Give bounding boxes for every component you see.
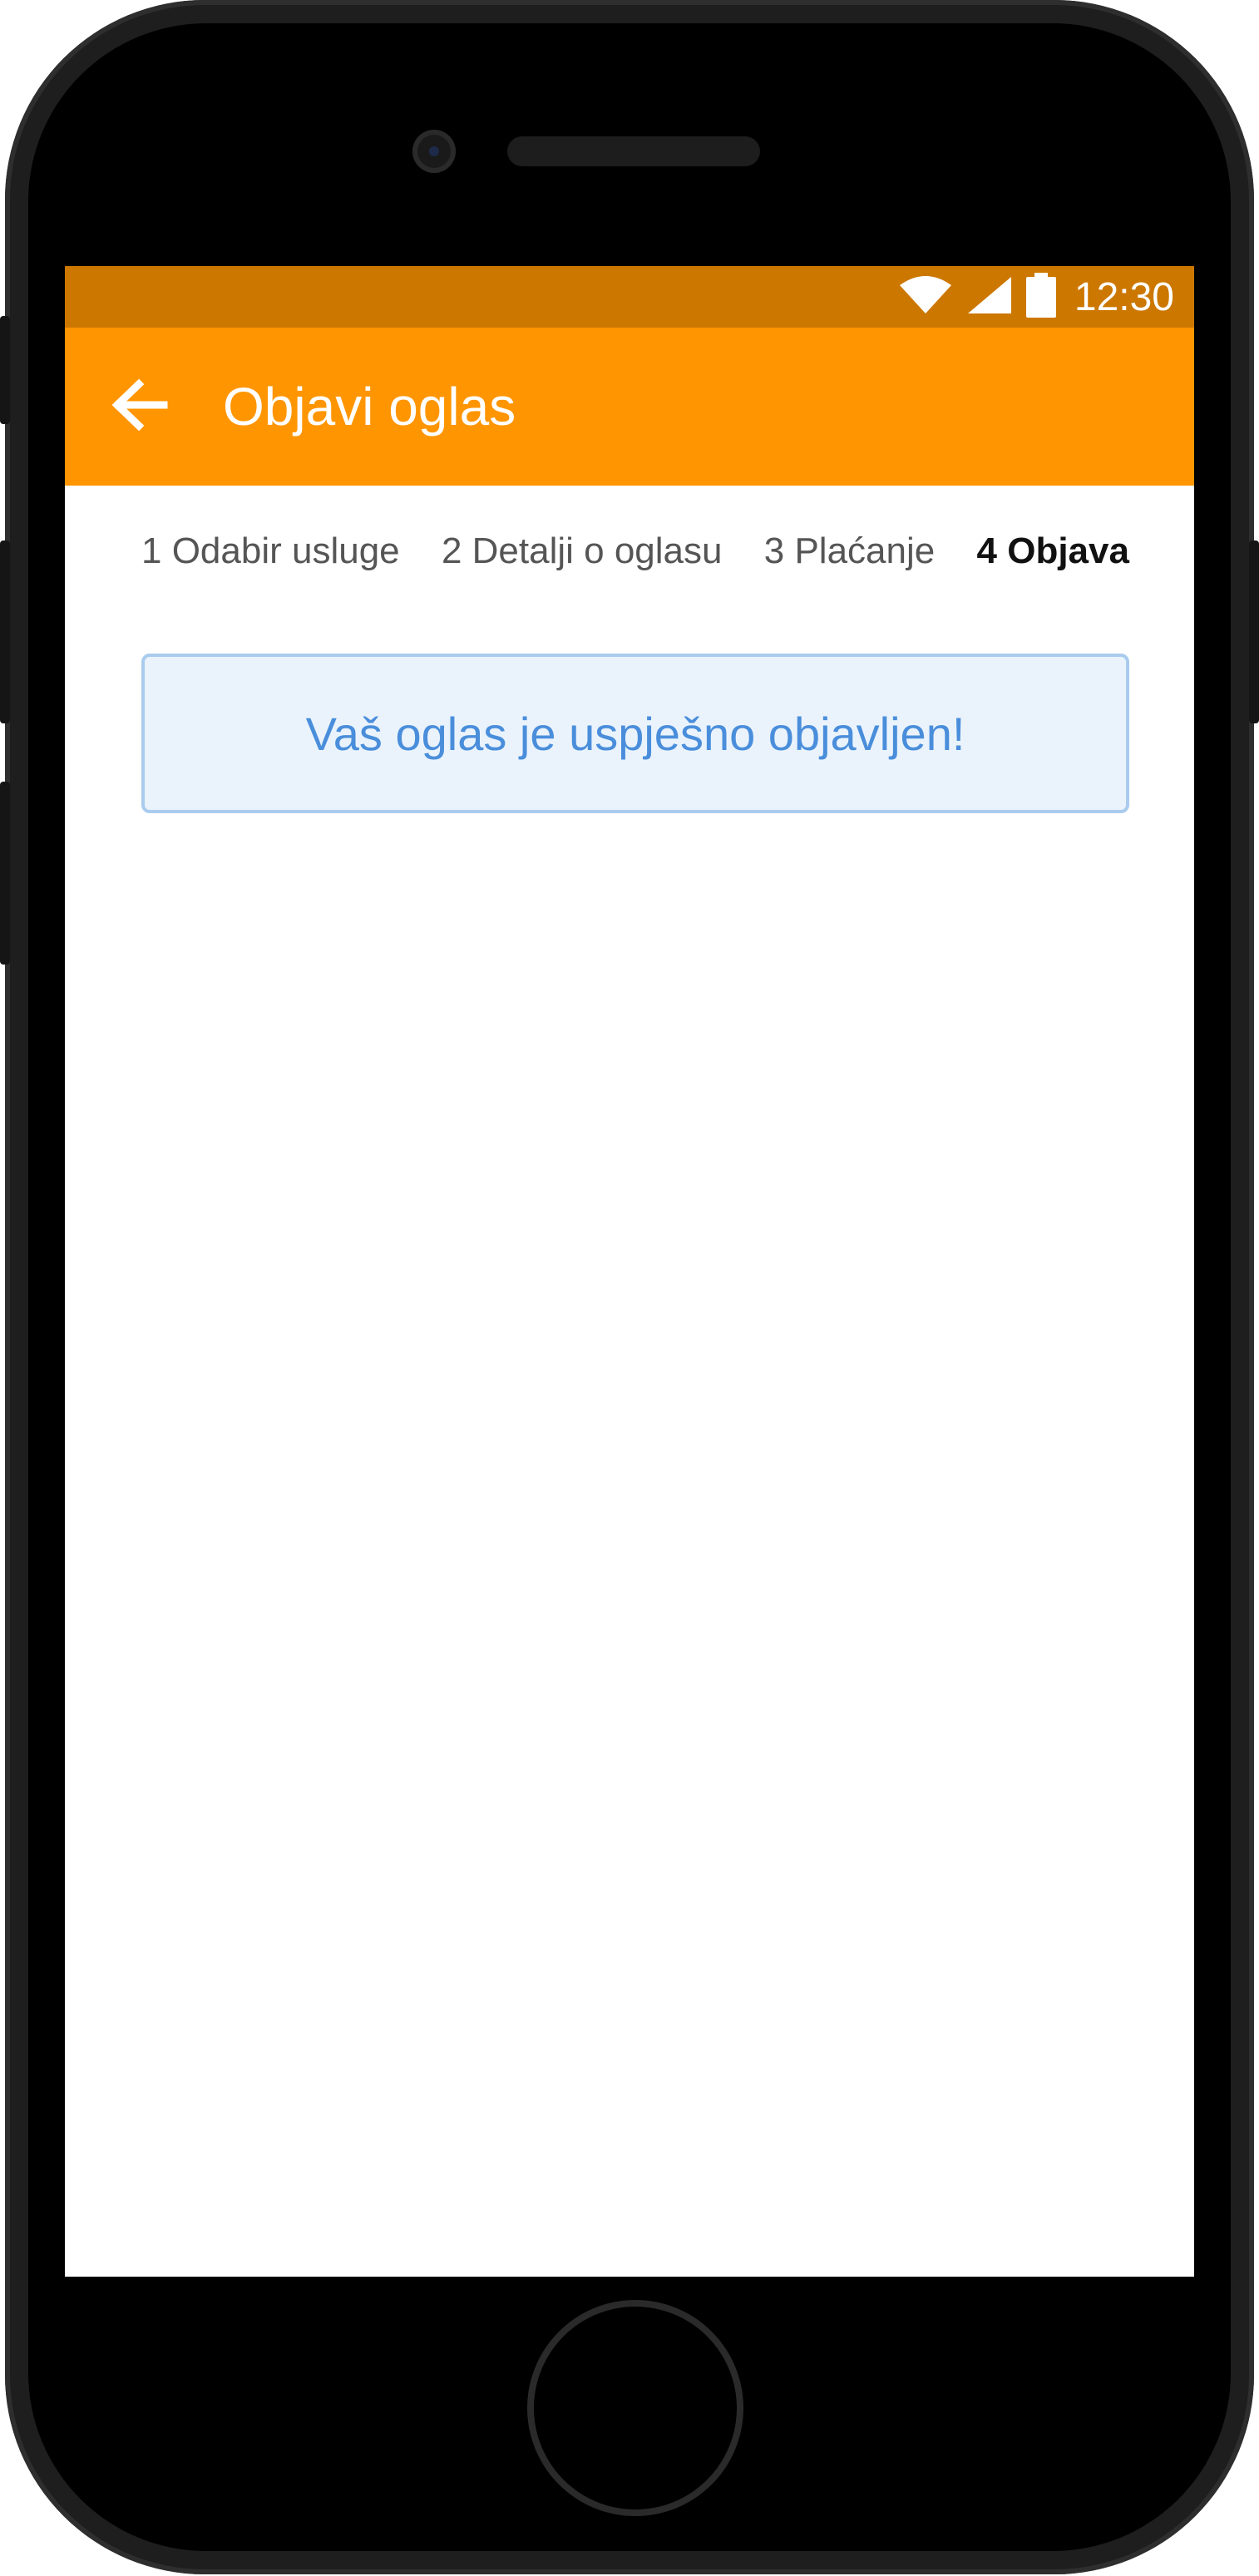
- home-button[interactable]: [534, 2307, 737, 2509]
- earpiece-speaker: [507, 136, 760, 166]
- battery-icon: [1025, 272, 1056, 322]
- step-odabir-usluge[interactable]: 1 Odabir usluge: [141, 530, 400, 572]
- step-objava[interactable]: 4 Objava: [977, 530, 1129, 572]
- app-bar: Objavi oglas: [65, 328, 1194, 486]
- side-button-volume-down: [0, 782, 10, 965]
- success-alert: Vaš oglas je uspješno objavljen!: [141, 654, 1129, 813]
- back-button[interactable]: [98, 365, 181, 448]
- arrow-left-icon: [111, 376, 169, 438]
- page-title: Objavi oglas: [223, 377, 516, 437]
- side-button-silent: [0, 316, 10, 424]
- side-button-power: [1249, 540, 1259, 723]
- success-message: Vaš oglas je uspješno objavljen!: [305, 707, 965, 760]
- side-button-volume-up: [0, 540, 10, 723]
- step-detalji-o-oglasu[interactable]: 2 Detalji o oglasu: [442, 530, 723, 572]
- wizard-steps: 1 Odabir usluge 2 Detalji o oglasu 3 Pla…: [65, 486, 1194, 617]
- wifi-icon: [898, 275, 953, 319]
- cellular-signal-icon: [966, 275, 1013, 319]
- app-screen: 12:30 Objavi oglas 1 Odabir usluge 2 Det…: [65, 266, 1194, 2277]
- front-camera: [412, 130, 456, 173]
- status-bar: 12:30: [65, 266, 1194, 328]
- step-placanje[interactable]: 3 Plaćanje: [764, 530, 935, 572]
- status-time: 12:30: [1074, 274, 1174, 319]
